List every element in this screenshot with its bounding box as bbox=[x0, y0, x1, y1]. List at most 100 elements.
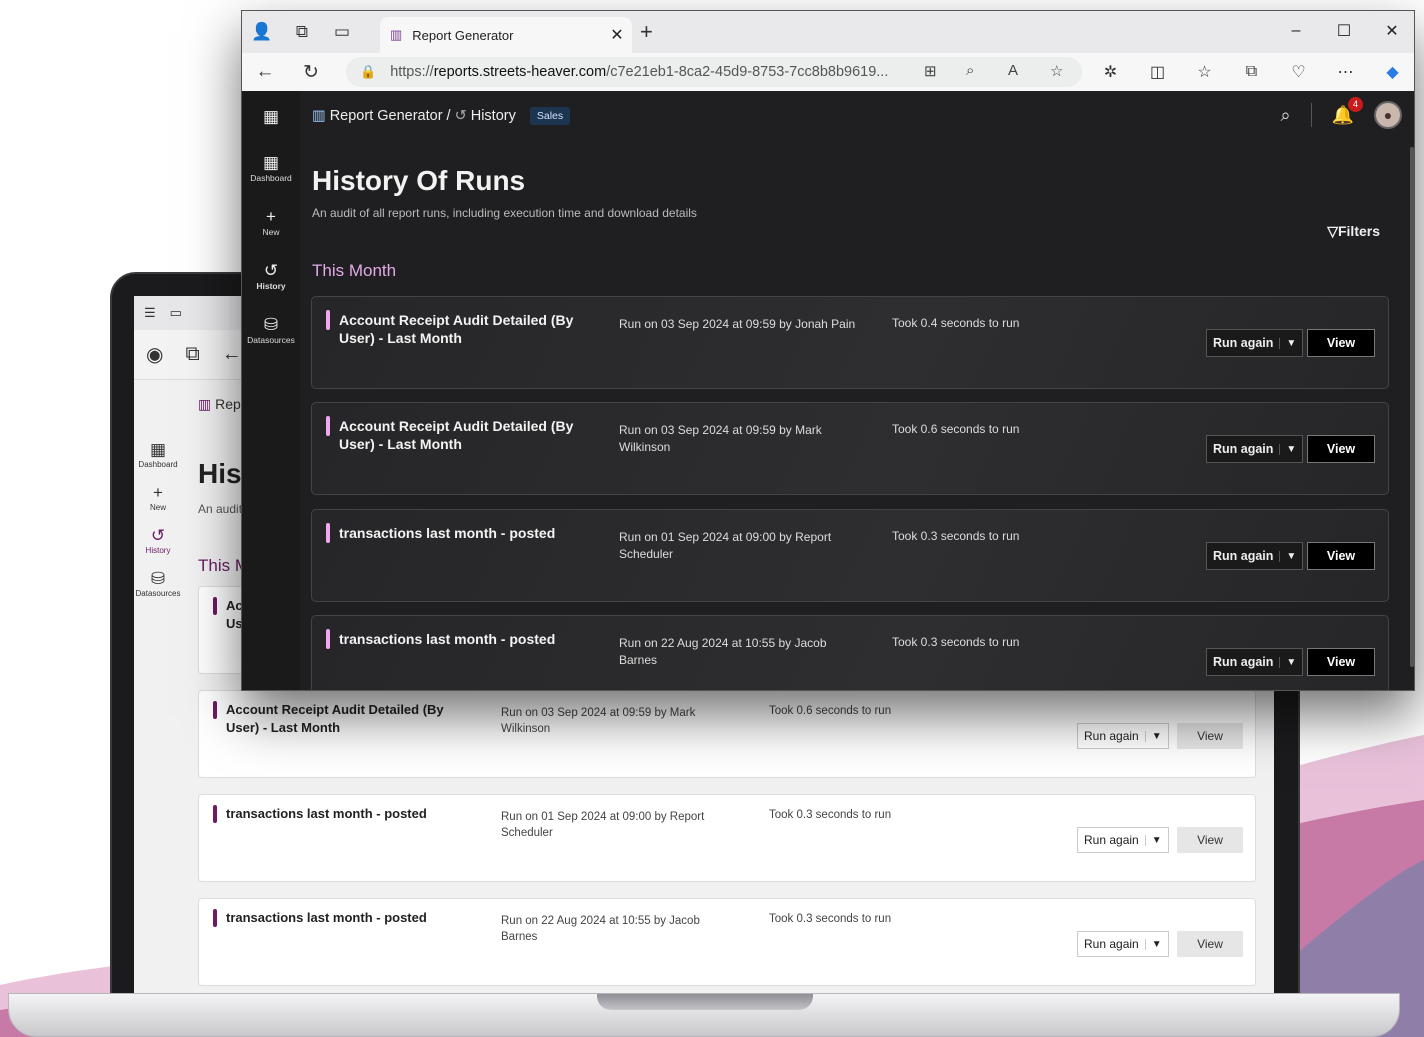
laptop-run-card: Account Receipt Audit Detailed (By User)… bbox=[198, 690, 1256, 778]
close-button[interactable]: ✕ bbox=[1368, 11, 1414, 51]
view-button[interactable]: View bbox=[1307, 648, 1375, 676]
run-card: transactions last month - posted Run on … bbox=[311, 509, 1389, 602]
chevron-down-icon[interactable]: ▼ bbox=[1144, 938, 1168, 950]
run-card: transactions last month - posted Run on … bbox=[311, 615, 1389, 690]
tab-actions-icon[interactable]: ▭ bbox=[322, 11, 362, 53]
laptop-rail-dashboard[interactable]: ▦ Dashboard bbox=[134, 440, 182, 469]
laptop-rail-history[interactable]: ↺ History bbox=[134, 526, 182, 555]
filters-button[interactable]: ▽Filters bbox=[1327, 223, 1380, 240]
laptop-breadcrumb[interactable]: ▥ Rep bbox=[198, 396, 241, 413]
zoom-icon[interactable]: ⌕ bbox=[966, 62, 974, 79]
back-icon[interactable]: ← bbox=[242, 61, 288, 83]
run-card: Account Receipt Audit Detailed (By User)… bbox=[311, 402, 1389, 495]
run-info: Run on 03 Sep 2024 at 09:59 by Mark Wilk… bbox=[501, 707, 696, 735]
close-icon[interactable]: ✕ bbox=[602, 25, 632, 45]
laptop-menu-icon[interactable]: ☰ bbox=[144, 305, 156, 321]
view-button[interactable]: View bbox=[1307, 542, 1375, 570]
chevron-down-icon[interactable]: ▼ bbox=[1279, 550, 1302, 562]
maximize-button[interactable]: ☐ bbox=[1320, 11, 1368, 51]
run-duration: Took 0.3 seconds to run bbox=[769, 809, 892, 821]
history-icon: ↺ bbox=[454, 108, 467, 124]
bell-icon[interactable]: 🔔 4 bbox=[1332, 96, 1363, 126]
accent-bar bbox=[326, 310, 330, 330]
search-icon[interactable]: ⌕ bbox=[1280, 105, 1290, 126]
tab-report-generator[interactable]: ▥ Report Generator ✕ bbox=[380, 17, 632, 53]
run-info: Run on 01 Sep 2024 at 09:00 by Report Sc… bbox=[619, 530, 832, 561]
view-button[interactable]: View bbox=[1177, 723, 1243, 749]
chart-icon: ▥ bbox=[312, 108, 326, 124]
grid-icon: ▦ bbox=[149, 440, 167, 459]
hospital-icon[interactable]: ▦ bbox=[242, 107, 300, 127]
laptop-workspaces-icon[interactable]: ⧉ bbox=[185, 343, 199, 366]
accent-bar bbox=[326, 629, 330, 649]
new-tab-icon[interactable]: + bbox=[640, 19, 653, 45]
extensions-icon[interactable]: ✲ bbox=[1087, 62, 1134, 82]
scrollbar[interactable] bbox=[1410, 147, 1414, 667]
accent-bar bbox=[213, 701, 217, 719]
database-icon: ⛁ bbox=[150, 569, 166, 588]
view-button[interactable]: View bbox=[1177, 931, 1243, 957]
app-available-icon[interactable]: ⊞ bbox=[924, 62, 937, 80]
accent-bar bbox=[326, 416, 330, 436]
chevron-down-icon[interactable]: ▼ bbox=[1279, 337, 1302, 349]
run-again-button[interactable]: Run again ▼ bbox=[1077, 931, 1169, 957]
copilot-icon[interactable]: ◆ bbox=[1369, 62, 1414, 82]
run-duration: Took 0.3 seconds to run bbox=[892, 635, 1020, 649]
rail-item-new[interactable]: + New bbox=[242, 207, 300, 237]
breadcrumb-root[interactable]: Report Generator bbox=[330, 108, 443, 124]
laptop-rail-new[interactable]: + New bbox=[134, 483, 182, 512]
run-again-button[interactable]: Run again ▼ bbox=[1206, 648, 1304, 676]
rail-item-dashboard[interactable]: ▦ Dashboard bbox=[242, 153, 300, 183]
accent-bar bbox=[213, 597, 217, 615]
laptop-page-subtitle: An audit bbox=[198, 502, 243, 516]
laptop-run-card: transactions last month - posted Run on … bbox=[198, 898, 1256, 986]
profile-icon[interactable]: 👤 bbox=[242, 11, 282, 53]
chevron-down-icon[interactable]: ▼ bbox=[1144, 834, 1168, 846]
split-screen-icon[interactable]: ◫ bbox=[1134, 62, 1181, 82]
chevron-down-icon[interactable]: ▼ bbox=[1144, 730, 1168, 742]
avatar[interactable]: ● bbox=[1374, 101, 1402, 129]
chevron-down-icon[interactable]: ▼ bbox=[1279, 656, 1302, 668]
run-again-button[interactable]: Run again ▼ bbox=[1206, 435, 1304, 463]
accent-bar bbox=[213, 909, 217, 927]
view-button[interactable]: View bbox=[1307, 329, 1375, 357]
history-icon: ↺ bbox=[150, 526, 166, 545]
chevron-down-icon[interactable]: ▼ bbox=[1279, 443, 1302, 455]
run-again-button[interactable]: Run again ▼ bbox=[1077, 827, 1169, 853]
more-icon[interactable]: ⋯ bbox=[1322, 62, 1369, 82]
collections-icon[interactable]: ⧉ bbox=[1228, 63, 1275, 81]
minimize-button[interactable]: – bbox=[1272, 11, 1320, 51]
rail-item-history[interactable]: ↺ History bbox=[242, 261, 300, 291]
read-aloud-icon[interactable]: A bbox=[1008, 62, 1018, 79]
rail-item-datasources[interactable]: ⛁ Datasources bbox=[242, 315, 300, 345]
view-button[interactable]: View bbox=[1307, 435, 1375, 463]
chart-icon: ▥ bbox=[390, 27, 403, 42]
breadcrumb: ▥ Report Generator / ↺ History Sales bbox=[312, 107, 571, 125]
favorites-icon[interactable]: ☆ bbox=[1181, 62, 1228, 82]
refresh-icon[interactable]: ↻ bbox=[288, 61, 334, 84]
page-subtitle: An audit of all report runs, including e… bbox=[312, 206, 697, 220]
laptop-profile-icon[interactable]: ◉ bbox=[146, 342, 163, 367]
browser-essentials-icon[interactable]: ♡ bbox=[1275, 62, 1322, 82]
laptop-rail-datasources[interactable]: ⛁ Datasources bbox=[134, 569, 182, 598]
run-duration: Took 0.3 seconds to run bbox=[892, 529, 1020, 543]
lock-icon[interactable]: 🔒 bbox=[360, 64, 376, 80]
run-name: Account Receipt Audit Detailed (By User)… bbox=[339, 418, 574, 452]
run-name: Account Receipt Audit Detailed (By User)… bbox=[226, 702, 444, 735]
database-icon: ⛁ bbox=[263, 315, 279, 334]
run-again-button[interactable]: Run again ▼ bbox=[1206, 329, 1304, 357]
run-again-button[interactable]: Run again ▼ bbox=[1206, 542, 1304, 570]
filter-icon: ▽ bbox=[1327, 223, 1338, 239]
divider bbox=[1310, 103, 1312, 127]
address-bar[interactable]: 🔒 https://reports.streets-heaver.com/c7e… bbox=[346, 57, 1082, 87]
run-again-button[interactable]: Run again ▼ bbox=[1077, 723, 1169, 749]
header-actions: ⌕ 🔔 4 ● bbox=[1280, 96, 1402, 129]
page-title: History Of Runs bbox=[312, 165, 526, 196]
laptop-notch bbox=[597, 994, 813, 1010]
view-button[interactable]: View bbox=[1177, 827, 1243, 853]
laptop-back-icon[interactable]: ← bbox=[222, 343, 242, 366]
laptop-run-card: transactions last month - posted Run on … bbox=[198, 794, 1256, 882]
favorite-star-icon[interactable]: ☆ bbox=[1050, 62, 1063, 80]
history-icon: ↺ bbox=[263, 261, 279, 280]
workspaces-icon[interactable]: ⧉ bbox=[282, 11, 322, 53]
